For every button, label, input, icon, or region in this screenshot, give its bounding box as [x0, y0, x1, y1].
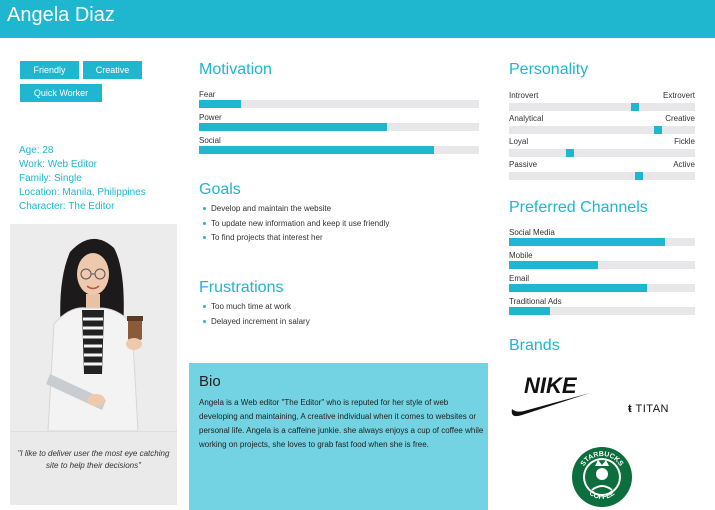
channel-bar-fill [509, 284, 647, 292]
motivation-bar-label: Power [199, 113, 222, 122]
personality-right-label: Fickle [674, 137, 695, 146]
personality-marker [566, 149, 574, 157]
goals-list: Develop and maintain the website To upda… [201, 202, 389, 246]
channel-bar-track [509, 284, 695, 292]
bio-panel: Bio Angela is a Web editor "The Editor" … [189, 363, 488, 510]
channel-bar-fill [509, 238, 665, 246]
channel-bar-track [509, 261, 695, 269]
motivation-title: Motivation [199, 61, 272, 78]
titan-logo: ŧ TITAN [628, 403, 669, 415]
channel-bar-fill [509, 261, 598, 269]
personality-track [509, 103, 695, 111]
persona-info: Age: 28 Work: Web Editor Family: Single … [19, 144, 146, 214]
motivation-bar-label: Social [199, 136, 221, 145]
channels-title: Preferred Channels [509, 199, 648, 216]
titan-wordmark: TITAN [635, 403, 669, 415]
bio-text: Angela is a Web editor "The Editor" who … [199, 398, 484, 449]
channel-bar-label: Traditional Ads [509, 297, 562, 306]
tag-friendly: Friendly [20, 61, 79, 79]
personality-marker [635, 172, 643, 180]
info-character: Character: The Editor [19, 201, 115, 212]
frustration-item: Delayed increment in salary [201, 315, 310, 330]
tag-quick-worker: Quick Worker [20, 84, 102, 102]
goal-item: Develop and maintain the website [201, 202, 389, 217]
goals-title: Goals [199, 181, 241, 198]
info-work: Work: Web Editor [19, 159, 97, 170]
motivation-bar-label: Fear [199, 90, 216, 99]
nike-logo: NIKE [510, 373, 592, 419]
motivation-bar-track [199, 100, 479, 108]
brands-title: Brands [509, 337, 560, 354]
motivation-bar-track [199, 123, 479, 131]
channel-bar-track [509, 238, 695, 246]
personality-title: Personality [509, 61, 589, 78]
persona-photo [10, 224, 177, 431]
personality-track [509, 126, 695, 134]
frustrations-title: Frustrations [199, 279, 284, 296]
persona-quote: "I like to deliver user the most eye cat… [10, 431, 177, 505]
frustrations-list: Too much time at work Delayed increment … [201, 300, 310, 329]
channel-bar-track [509, 307, 695, 315]
info-age: Age: 28 [19, 145, 54, 156]
goal-item: To find projects that interest her [201, 231, 389, 246]
header-bar: Angela Diaz [0, 0, 715, 38]
personality-marker [631, 103, 639, 111]
personality-right-label: Extrovert [662, 91, 695, 100]
info-family: Family: Single [19, 173, 82, 184]
personality-track [509, 149, 695, 157]
channel-bar-label: Social Media [509, 228, 555, 237]
goal-item: To update new information and keep it us… [201, 217, 389, 232]
personality-right-label: Creative [665, 114, 695, 123]
motivation-bar-fill [199, 100, 241, 108]
motivation-bar-fill [199, 146, 434, 154]
motivation-bar-fill [199, 123, 387, 131]
personality-track [509, 172, 695, 180]
personality-marker [654, 126, 662, 134]
personality-right-label: Active [673, 160, 695, 169]
channel-bar-fill [509, 307, 550, 315]
starbucks-logo: STARBUCKS COFFEE [571, 446, 633, 508]
channel-bar-label: Mobile [509, 251, 533, 260]
channel-bar-label: Email [509, 274, 530, 283]
info-location: Location: Manila, Philippines [19, 187, 146, 198]
tag-creative: Creative [83, 61, 142, 79]
titan-mark-icon: ŧ [628, 403, 633, 415]
motivation-bar-track [199, 146, 479, 154]
bio-title: Bio [199, 373, 221, 390]
persona-name: Angela Diaz [7, 4, 115, 26]
frustration-item: Too much time at work [201, 300, 310, 315]
nike-wordmark: NIKE [524, 373, 578, 398]
